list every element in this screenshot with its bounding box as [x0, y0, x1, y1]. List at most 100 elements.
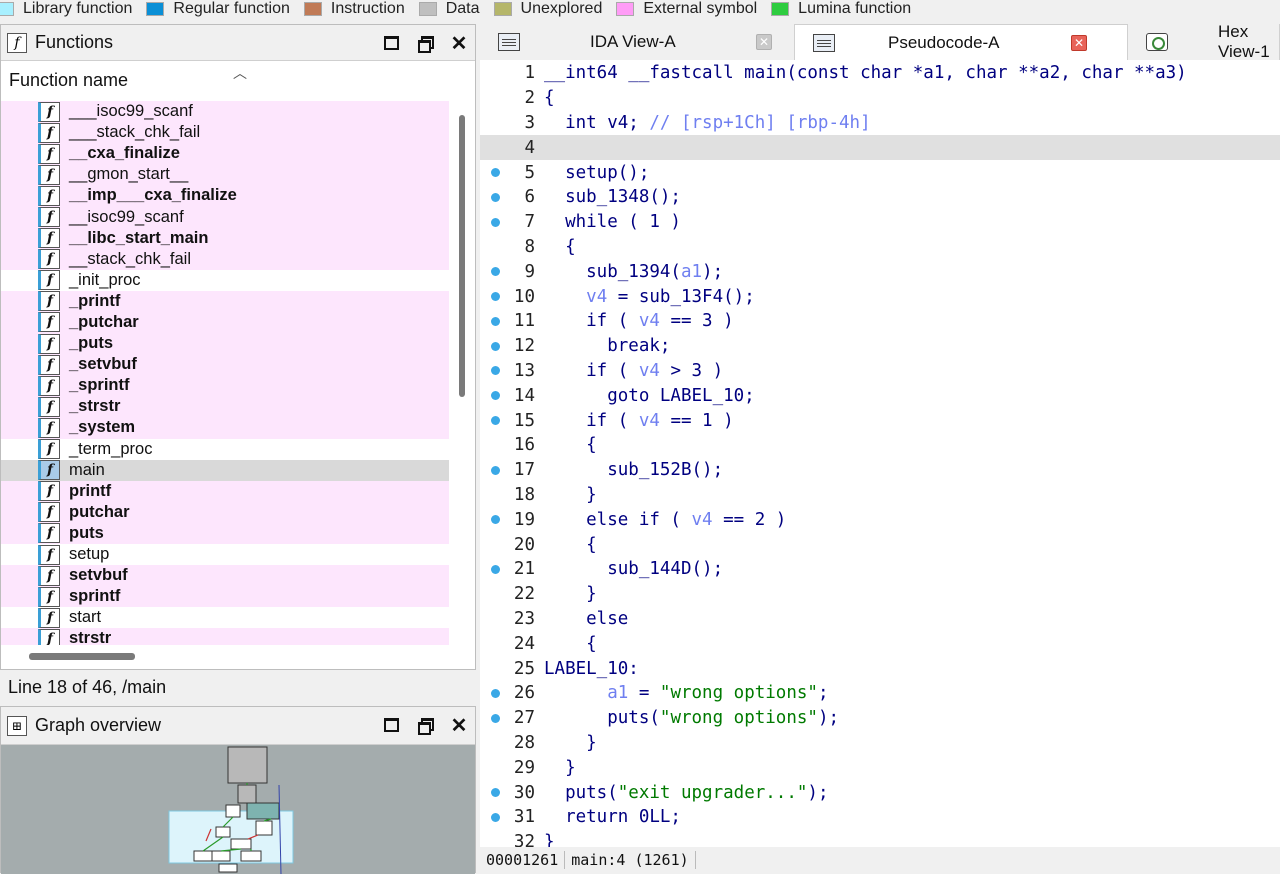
function-row[interactable]: f ___isoc99_scanf — [1, 101, 449, 123]
code-line[interactable]: 16 { — [480, 433, 1280, 458]
pseudocode-view[interactable]: 1 __int64 __fastcall main(const char *a1,… — [480, 60, 1280, 847]
breakpoint-marker-icon[interactable] — [491, 564, 500, 574]
tab-pseudocode-a[interactable]: Pseudocode-A ✕ — [795, 24, 1128, 60]
function-row[interactable]: f __libc_start_main — [1, 227, 449, 249]
code-line[interactable]: 29 } — [480, 755, 1280, 780]
code-line[interactable]: 9 sub_1394(a1); — [480, 259, 1280, 284]
maximize-button[interactable] — [381, 33, 401, 53]
function-row[interactable]: f _printf — [1, 290, 449, 312]
function-row[interactable]: f __stack_chk_fail — [1, 248, 449, 270]
breakpoint-marker-icon[interactable] — [491, 515, 500, 525]
function-row[interactable]: f printf — [1, 480, 449, 502]
code-line[interactable]: 12 break; — [480, 334, 1280, 359]
code-line[interactable]: 20 { — [480, 532, 1280, 557]
code-line[interactable]: 21 sub_144D(); — [480, 557, 1280, 582]
code-line[interactable]: 2{ — [480, 86, 1280, 111]
breakpoint-marker-icon[interactable] — [491, 812, 500, 822]
legend-item: Regular function — [146, 0, 290, 18]
code-text: } — [544, 832, 555, 847]
breakpoint-marker-icon[interactable] — [491, 267, 500, 277]
function-row[interactable]: f __gmon_start__ — [1, 164, 449, 186]
code-line[interactable]: 17 sub_152B(); — [480, 458, 1280, 483]
breakpoint-marker-icon[interactable] — [491, 341, 500, 351]
code-line[interactable]: 3 int v4; // [rsp+1Ch] [rbp-4h] — [480, 111, 1280, 136]
breakpoint-marker-icon[interactable] — [491, 192, 500, 202]
legend-label: Data — [445, 0, 480, 17]
tab-ida-view-a[interactable]: IDA View-A ✕ — [480, 24, 795, 60]
breakpoint-marker-icon[interactable] — [491, 316, 500, 326]
breakpoint-marker-icon[interactable] — [491, 713, 500, 723]
tab-close-icon[interactable]: ✕ — [756, 34, 772, 50]
vertical-scrollbar[interactable] — [459, 115, 465, 397]
function-row[interactable]: f setup — [1, 544, 449, 565]
code-line[interactable]: 30 puts("exit upgrader..."); — [480, 780, 1280, 805]
function-row[interactable]: f __isoc99_scanf — [1, 206, 449, 228]
tab-close-icon[interactable]: ✕ — [1071, 34, 1087, 51]
function-row[interactable]: f __imp___cxa_finalize — [1, 185, 449, 207]
code-line[interactable]: 8 { — [480, 235, 1280, 260]
graph-restore-button[interactable] — [415, 715, 435, 735]
close-button[interactable]: ✕ — [449, 33, 469, 55]
code-line[interactable]: 28 } — [480, 731, 1280, 756]
function-row[interactable]: f _init_proc — [1, 270, 449, 291]
code-line[interactable]: 1 __int64 __fastcall main(const char *a1,… — [480, 61, 1280, 86]
breakpoint-marker-icon[interactable] — [491, 465, 500, 475]
function-row[interactable]: f _system — [1, 417, 449, 439]
code-line[interactable]: 22 } — [480, 582, 1280, 607]
code-line[interactable]: 27 puts("wrong options"); — [480, 706, 1280, 731]
breakpoint-marker-icon[interactable] — [491, 217, 500, 227]
function-row[interactable]: f main — [1, 459, 449, 481]
breakpoint-marker-icon[interactable] — [491, 416, 500, 426]
code-line[interactable]: 13 if ( v4 > 3 ) — [480, 359, 1280, 384]
code-line[interactable]: 14 goto LABEL_10; — [480, 383, 1280, 408]
tab-label: IDA View-A — [590, 32, 676, 51]
breakpoint-marker-icon[interactable] — [491, 366, 500, 376]
function-row[interactable]: f _putchar — [1, 311, 449, 334]
code-line[interactable]: 6 sub_1348(); — [480, 185, 1280, 210]
function-row[interactable]: f setvbuf — [1, 565, 449, 587]
column-header-function-name[interactable]: ︿ Function name — [1, 61, 475, 95]
code-line[interactable]: 25 LABEL_10: — [480, 656, 1280, 681]
code-line[interactable]: 10 v4 = sub_13F4(); — [480, 284, 1280, 309]
function-icon: f — [38, 586, 60, 607]
breakpoint-marker-icon[interactable] — [491, 788, 500, 798]
code-line[interactable]: 32} — [480, 830, 1280, 847]
code-line[interactable]: 23 else — [480, 607, 1280, 632]
graph-overview-canvas[interactable] — [1, 745, 475, 874]
code-line[interactable]: 5 setup(); — [480, 160, 1280, 185]
function-row[interactable]: f ___stack_chk_fail — [1, 122, 449, 144]
function-row[interactable]: f _setvbuf — [1, 354, 449, 376]
graph-maximize-button[interactable] — [381, 715, 401, 735]
restore-button[interactable] — [415, 33, 435, 53]
code-line[interactable]: 26 a1 = "wrong options"; — [480, 681, 1280, 706]
code-line[interactable]: 15 if ( v4 == 1 ) — [480, 408, 1280, 433]
code-line[interactable]: 19 else if ( v4 == 2 ) — [480, 507, 1280, 532]
code-text: v4 = sub_13F4(); — [586, 286, 755, 307]
function-row[interactable]: f _term_proc — [1, 439, 449, 460]
function-row[interactable]: f sprintf — [1, 586, 449, 608]
function-row[interactable]: f start — [1, 607, 449, 628]
breakpoint-marker-icon[interactable] — [491, 168, 500, 178]
breakpoint-marker-icon[interactable] — [491, 391, 500, 401]
code-line[interactable]: 7 while ( 1 ) — [480, 210, 1280, 235]
function-row[interactable]: f putchar — [1, 501, 449, 523]
function-row[interactable]: f _puts — [1, 333, 449, 355]
legend-label: Library function — [23, 0, 133, 17]
code-line[interactable]: 18 } — [480, 483, 1280, 508]
code-line[interactable]: 31 return 0LL; — [480, 805, 1280, 830]
function-row[interactable]: f _sprintf — [1, 375, 449, 397]
breakpoint-marker-icon[interactable] — [491, 688, 500, 698]
horizontal-scrollbar[interactable] — [29, 653, 135, 660]
function-list[interactable]: f ___isoc99_scanf f ___stack_chk_fail f __cxa… — [1, 101, 449, 645]
code-text: LABEL_10: — [544, 658, 639, 679]
function-row[interactable]: f __cxa_finalize — [1, 143, 449, 165]
tab-hex-view-1[interactable]: Hex View-1 — [1128, 22, 1280, 61]
function-row[interactable]: f strstr — [1, 628, 449, 645]
graph-close-button[interactable]: ✕ — [449, 715, 469, 737]
code-line[interactable]: 4 — [480, 135, 1280, 161]
code-line[interactable]: 24 { — [480, 631, 1280, 656]
breakpoint-marker-icon[interactable] — [491, 292, 500, 302]
function-row[interactable]: f puts — [1, 522, 449, 544]
code-line[interactable]: 11 if ( v4 == 3 ) — [480, 309, 1280, 334]
function-row[interactable]: f _strstr — [1, 396, 449, 418]
